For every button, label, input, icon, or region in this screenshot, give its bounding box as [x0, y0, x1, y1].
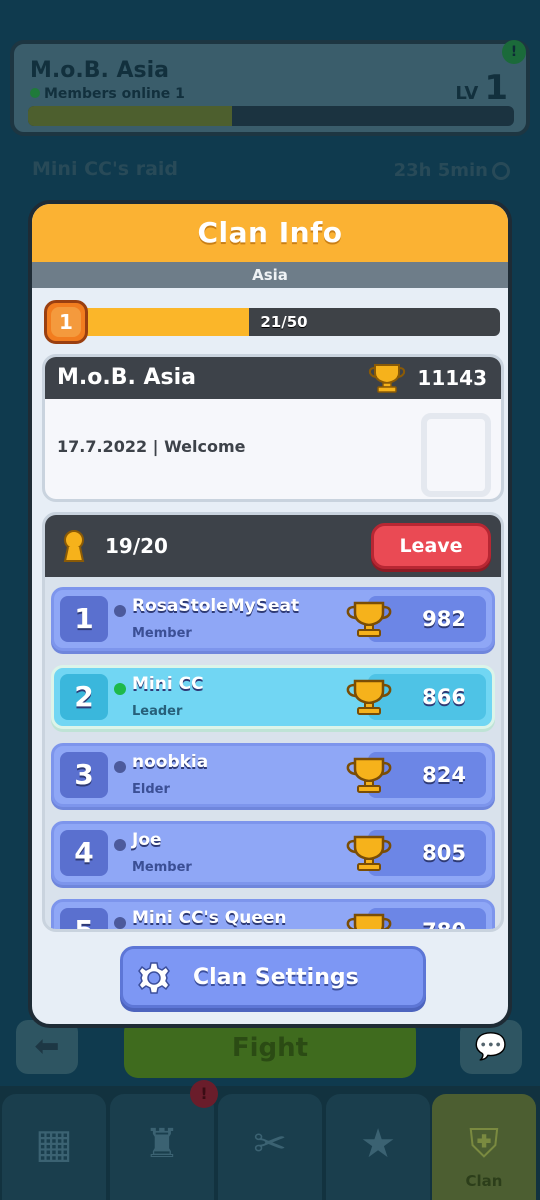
- alert-badge-icon: !: [190, 1080, 218, 1108]
- member-name: Mini CC: [132, 674, 204, 694]
- trophy-icon: [346, 913, 392, 929]
- clan-name: M.o.B. Asia: [57, 365, 197, 390]
- member-role: Member: [132, 626, 192, 641]
- trophy-icon: [346, 679, 392, 715]
- member-score: 824: [422, 763, 466, 787]
- trophy-icon: [346, 835, 392, 871]
- background-raid-title: Mini CC's raid: [32, 158, 179, 180]
- member-row[interactable]: 3 noobkia Elder 824: [51, 743, 495, 807]
- member-score: 780: [422, 908, 466, 929]
- modal-title: Clan Info: [32, 204, 508, 262]
- member-score-box: 824: [346, 752, 486, 798]
- status-dot-icon: [114, 605, 126, 617]
- chat-icon: 💬: [460, 1020, 522, 1074]
- members-header: 19/20 Leave: [45, 515, 501, 577]
- background-members-online-label: Members online 1: [44, 86, 185, 102]
- member-score-box: 982: [346, 596, 486, 642]
- member-score-box: 780: [346, 908, 486, 929]
- back-arrow-icon: ⬅: [16, 1020, 78, 1074]
- clock-icon: [492, 162, 510, 180]
- member-role: Member: [132, 860, 192, 875]
- trophy-icon: [346, 757, 392, 793]
- member-score: 866: [422, 685, 466, 709]
- background-bottom-nav: ▦ ♜ ✂ ★ ⛨ Clan: [0, 1086, 540, 1200]
- background-raid-time: 23h 5min: [393, 160, 488, 181]
- member-score-box: 805: [346, 830, 486, 876]
- nav-ranking-icon: ★: [326, 1094, 430, 1200]
- gear-icon: [138, 962, 170, 994]
- clan-settings-button[interactable]: Clan Settings: [120, 946, 426, 1008]
- nav-clan-icon: ⛨ Clan: [432, 1094, 536, 1200]
- clan-summary-card: M.o.B. Asia 11143 17.7.2022 | Welcome: [42, 354, 504, 502]
- member-row[interactable]: 1 RosaStoleMySeat Member 982: [51, 587, 495, 651]
- background-clan-name: M.o.B. Asia: [30, 58, 170, 83]
- member-rank: 2: [60, 674, 108, 720]
- member-list[interactable]: 1 RosaStoleMySeat Member 982 2 Mini CC Leader 8…: [45, 577, 501, 929]
- trophy-icon: [368, 364, 406, 393]
- member-rank: 1: [60, 596, 108, 642]
- background-xp-fill: [28, 106, 233, 126]
- status-dot-icon: [114, 917, 126, 929]
- clan-settings-label: Clan Settings: [193, 965, 359, 990]
- member-rank: 5: [60, 908, 108, 929]
- member-score: 805: [422, 841, 466, 865]
- status-dot-icon: [114, 839, 126, 851]
- member-role: Elder: [132, 782, 170, 797]
- member-rank: 3: [60, 752, 108, 798]
- background-clan-bar: M.o.B. Asia Members online 1 LV 1 !: [10, 40, 530, 136]
- clan-xp-bar: 21/50: [68, 308, 500, 336]
- clan-region: Asia: [32, 262, 508, 288]
- member-name: RosaStoleMySeat: [132, 596, 300, 616]
- background-members-online: Members online 1: [30, 86, 185, 102]
- member-name: Mini CC's Queen: [132, 908, 287, 928]
- member-row[interactable]: 5Mini CC's QueenMember780: [51, 899, 495, 929]
- member-icon: [63, 530, 85, 562]
- nav-clan-label: Clan: [465, 1172, 503, 1190]
- nav-cards-icon: ✂: [218, 1094, 322, 1200]
- member-name: noobkia: [132, 752, 209, 772]
- leave-button[interactable]: Leave: [371, 523, 491, 569]
- background-raid-timer: 23h 5min: [394, 160, 510, 181]
- status-dot-icon: [114, 761, 126, 773]
- member-name: Joe: [132, 830, 162, 850]
- member-row[interactable]: 2 Mini CC Leader 866: [51, 665, 495, 729]
- background-xp-bar: [28, 106, 514, 126]
- background-level-value: 1: [484, 68, 508, 108]
- clan-description: 17.7.2022 | Welcome: [57, 437, 246, 456]
- member-rank: 4: [60, 830, 108, 876]
- info-icon: !: [502, 40, 526, 64]
- clan-xp-text: 21/50: [260, 313, 308, 331]
- status-dot-icon: [114, 683, 126, 695]
- clan-trophies: 11143: [417, 366, 487, 390]
- clan-level-badge: 1: [44, 300, 88, 344]
- members-panel: 19/20 Leave 1 RosaStoleMySeat Member 982 2 Mi…: [42, 512, 504, 932]
- members-count: 19/20: [105, 534, 168, 558]
- clan-level-value: 1: [51, 307, 81, 337]
- clan-summary-header: M.o.B. Asia 11143: [45, 357, 501, 399]
- clan-info-modal: Clan Info Asia 21/50 1 M.o.B. Asia 11143…: [28, 200, 512, 1028]
- member-score: 982: [422, 607, 466, 631]
- trophy-icon: [346, 601, 392, 637]
- clipboard-icon: [421, 413, 491, 497]
- background-level: LV 1: [455, 68, 508, 108]
- member-role: Leader: [132, 704, 183, 719]
- nav-map-icon: ▦: [2, 1094, 106, 1200]
- member-score-box: 866: [346, 674, 486, 720]
- online-dot-icon: [30, 88, 40, 98]
- background-level-prefix: LV: [455, 83, 479, 104]
- nav-tower-icon: ♜: [110, 1094, 214, 1200]
- member-row[interactable]: 4 Joe Member 805: [51, 821, 495, 885]
